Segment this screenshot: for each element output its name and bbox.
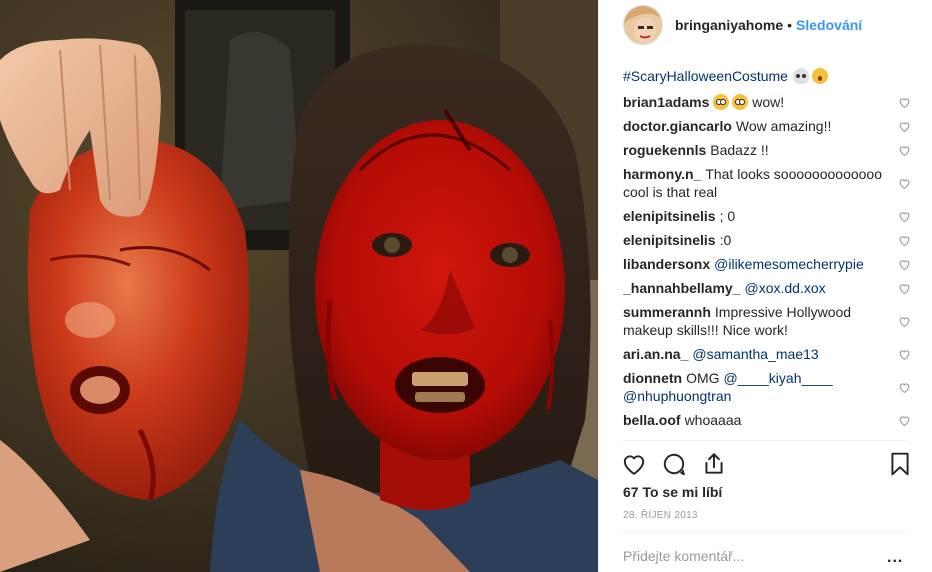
comment-like-heart-icon[interactable]	[898, 381, 911, 394]
comment-username[interactable]: dionnetn	[623, 370, 682, 386]
comment-like-heart-icon[interactable]	[898, 234, 911, 247]
avatar[interactable]	[623, 5, 663, 45]
comment-text: wow!	[752, 94, 785, 110]
comment-item: elenipitsinelis:0	[623, 228, 911, 252]
comment-text: OMG	[686, 370, 720, 386]
comment-item: doctor.giancarlo Wow amazing!!	[623, 114, 911, 138]
post-photo[interactable]	[0, 0, 598, 572]
comment-username[interactable]: bella.oof	[623, 412, 681, 428]
follow-button[interactable]: Sledování	[796, 17, 862, 33]
post-view: bringaniyahome • Sledování #ScaryHallowe…	[0, 0, 932, 572]
flushed-emoji	[732, 94, 749, 110]
comment-like-heart-icon[interactable]	[898, 315, 911, 328]
comment-item: summerannh Impressive Hollywood makeup sk…	[623, 300, 911, 342]
comment-item: dionnetn OMG @____kiyah____ @nhuphuongtra…	[623, 366, 911, 408]
comment-username[interactable]: elenipitsinelis	[623, 232, 716, 248]
avatar-image	[624, 6, 662, 44]
comment-item: harmony.n_ That looks sooooooooooooo cool…	[623, 162, 911, 204]
hashtag-link[interactable]: #ScaryHalloweenCostume	[623, 67, 788, 85]
share-icon[interactable]	[701, 451, 727, 477]
comment-username[interactable]: doctor.giancarlo	[623, 118, 732, 134]
halloween-costume-image	[0, 0, 598, 572]
post-author-username[interactable]: bringaniyahome	[675, 17, 783, 33]
flushed-emoji	[713, 94, 730, 110]
comment-like-heart-icon[interactable]	[898, 282, 911, 295]
comment-like-heart-icon[interactable]	[898, 348, 911, 361]
comment-username[interactable]: ari.an.na_	[623, 346, 688, 362]
comments-list[interactable]: #ScaryHalloweenCostume brian1adams wow! …	[623, 50, 911, 436]
actions-divider	[623, 440, 909, 441]
comment-username[interactable]: elenipitsinelis	[623, 208, 716, 224]
comment-icon[interactable]	[661, 451, 687, 477]
comment-text: whoaaaa	[684, 412, 742, 428]
post-header: bringaniyahome • Sledování	[599, 0, 932, 50]
post-date: 28. ŘÍJEN 2013	[623, 510, 698, 521]
comment-item: brian1adams wow!	[623, 90, 911, 114]
comment-username[interactable]: roguekennls	[623, 142, 706, 158]
comment-mention[interactable]: @ilikemesomecherrypie	[714, 256, 864, 272]
more-options-button[interactable]: ...	[887, 549, 903, 567]
comment-username[interactable]: _hannahbellamy_	[623, 280, 741, 296]
bookmark-icon[interactable]	[887, 451, 913, 477]
comment-item: ari.an.na_ @samantha_mae13	[623, 342, 911, 366]
heart-icon[interactable]	[621, 451, 647, 477]
comment-text: :0	[719, 232, 732, 248]
comment-like-heart-icon[interactable]	[898, 210, 911, 223]
comment-item: elenipitsinelis; 0	[623, 204, 911, 228]
comment-text: Wow amazing!!	[735, 118, 832, 134]
comment-item: _hannahbellamy_ @xox.dd.xox	[623, 276, 911, 300]
comment-item: libandersonx @ilikemesomecherrypie	[623, 252, 911, 276]
comment-like-heart-icon[interactable]	[898, 144, 911, 157]
comment-item: roguekennls Badazz !!	[623, 138, 911, 162]
comment-username[interactable]: harmony.n_	[623, 166, 701, 182]
comment-like-heart-icon[interactable]	[898, 120, 911, 133]
skull-emoji	[792, 68, 809, 84]
post-actions	[621, 447, 911, 479]
comment-item: bella.oof whoaaaa	[623, 408, 911, 432]
comment-username[interactable]: summerannh	[623, 304, 711, 320]
comment-text: ; 0	[719, 208, 736, 224]
caption-hashtag-line: #ScaryHalloweenCostume	[623, 66, 911, 86]
comment-text: Badazz !!	[710, 142, 769, 158]
comment-like-heart-icon[interactable]	[898, 177, 911, 190]
likes-count[interactable]: 67 To se mi líbí	[623, 484, 722, 500]
comment-like-heart-icon[interactable]	[898, 96, 911, 109]
comment-mention[interactable]: @samantha_mae13	[692, 346, 818, 362]
comment-mention[interactable]: @xox.dd.xox	[745, 280, 826, 296]
comment-like-heart-icon[interactable]	[898, 258, 911, 271]
scream-cat-emoji	[811, 68, 828, 84]
comment-box-divider	[623, 532, 909, 533]
comment-like-heart-icon[interactable]	[898, 414, 911, 427]
add-comment-input[interactable]: Přidejte komentář...	[623, 548, 744, 564]
comment-username[interactable]: libandersonx	[623, 256, 710, 272]
comment-username[interactable]: brian1adams	[623, 94, 709, 110]
header-separator: •	[787, 17, 793, 33]
post-side-panel: bringaniyahome • Sledování #ScaryHallowe…	[598, 0, 932, 572]
